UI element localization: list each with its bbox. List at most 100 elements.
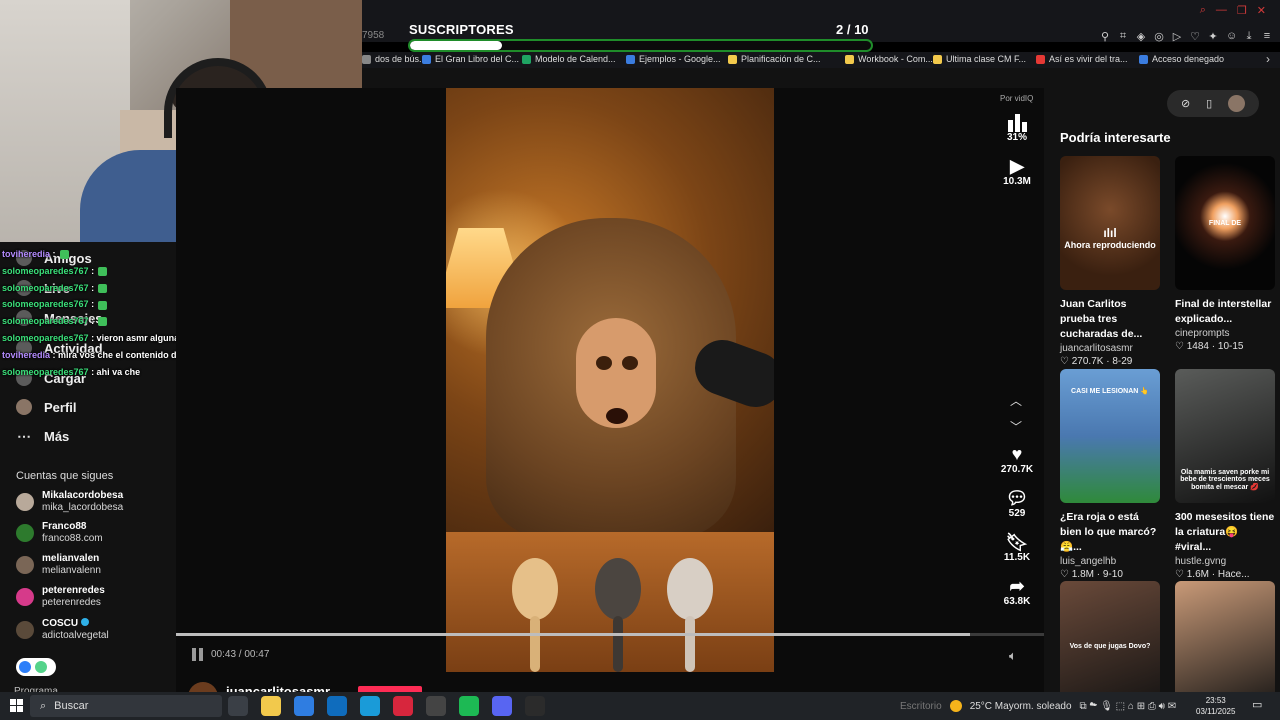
bookmark-label: Ultima clase CM F... <box>946 54 1027 64</box>
chat-username: solomeoparedes767 <box>2 265 89 276</box>
share-button[interactable]: ➦ 63.8K <box>997 576 1037 607</box>
clock-date: 03/11/2025 <box>1196 707 1236 716</box>
taskbar-search-label: Buscar <box>54 700 89 712</box>
bookmarks-more-chevron[interactable]: › <box>1266 52 1270 66</box>
bookmark-item[interactable]: Workbook - Com... <box>845 54 933 64</box>
sidebar-item-label: Más <box>44 429 70 444</box>
task-view-icon[interactable] <box>228 696 248 716</box>
video-progress[interactable] <box>176 633 1044 636</box>
video-player[interactable] <box>446 88 774 672</box>
bookmark-label: Acceso denegado <box>1152 54 1225 64</box>
weather-icon[interactable] <box>949 700 962 712</box>
following-item[interactable]: melianvalen melianvalenn <box>16 553 101 577</box>
minimize-icon[interactable]: — <box>1216 4 1227 17</box>
bookmark-item[interactable]: Planificación de C... <box>728 54 821 64</box>
page-top-strip <box>362 68 1280 88</box>
pause-icon[interactable] <box>192 648 204 661</box>
recommendation-card[interactable]: Ola mamis saven porke mi bebe de trescie… <box>1175 369 1275 580</box>
bookmark-item[interactable]: Ultima clase CM F... <box>933 54 1026 64</box>
epic-games-icon[interactable] <box>525 696 545 716</box>
bookmark-favicon-icon <box>422 54 431 64</box>
camera-icon[interactable]: ◎ <box>1154 30 1164 43</box>
recommendation-title: Final de interstellar explicado... <box>1175 298 1272 325</box>
following-name-text: melianvalen <box>42 553 100 564</box>
app-icon <box>19 661 31 673</box>
app-toggle[interactable] <box>16 658 56 676</box>
menu-icon[interactable]: ≡ <box>1262 30 1272 43</box>
following-item[interactable]: Mikalacordobesa mika_lacordobesa <box>16 490 123 514</box>
subs-goal-fill <box>410 41 503 50</box>
shield-icon[interactable]: ◈ <box>1136 30 1146 43</box>
like-button[interactable]: ♥ 270.7K <box>997 444 1037 475</box>
recommendation-likes: 270.7K <box>1071 356 1104 367</box>
url-fragment: 7958 <box>362 30 385 41</box>
bookmark-icon: 🔖︎ <box>1005 532 1029 552</box>
bookmark-label: Así es vivir del tra... <box>1049 54 1128 64</box>
tray-icons[interactable]: ⧉ ☁ 🎙︎ ⬚ ⌂ ⊞ ⎙ 🔊︎ ✉ <box>1080 701 1177 712</box>
sidebar-item-más[interactable]: ⋯ Más <box>16 428 69 445</box>
verified-icon <box>81 618 90 626</box>
bookmark-item[interactable]: Ejemplos - Google... <box>626 54 721 64</box>
notification-icon[interactable]: ▭ <box>1252 698 1262 711</box>
bookmark-item[interactable]: El Gran Libro del C... <box>422 54 519 64</box>
discord-icon[interactable] <box>492 696 512 716</box>
following-handle: mika_lacordobesa <box>42 502 124 513</box>
weather-text[interactable]: 25°C Mayorm. soleado <box>970 701 1072 712</box>
following-item[interactable]: COSCU adictoalvegetal <box>16 618 109 642</box>
comment-button[interactable]: 💬︎ 529 <box>997 488 1037 519</box>
store-icon[interactable] <box>294 696 314 716</box>
avatar[interactable] <box>1228 95 1246 112</box>
bookmark-item[interactable]: Así es vivir del tra... <box>1036 54 1128 64</box>
following-name: melianvalen <box>42 553 101 565</box>
volume-icon[interactable]: 🔈︎ <box>1009 648 1017 664</box>
pin-icon[interactable]: ⚲ <box>1100 30 1110 43</box>
heart-icon[interactable]: ♡ <box>1190 30 1200 43</box>
recommendation-thumbnail[interactable]: ılıl Ahora reproduciendo <box>1060 156 1160 290</box>
play-icon[interactable]: ▷ <box>1172 30 1182 43</box>
profile-icon[interactable]: ☺ <box>1226 30 1237 43</box>
opera-icon[interactable] <box>393 696 413 716</box>
recommendation-thumbnail[interactable]: CASI ME LESIONAN 👆 <box>1060 369 1160 503</box>
vidiq-label: Por vidIQ <box>1000 94 1034 103</box>
recommendation-card[interactable]: CASI ME LESIONAN 👆 ¿Era roja o está bien … <box>1060 369 1160 580</box>
chat-username: toviheredia <box>2 349 51 360</box>
following-item[interactable]: peterenredes peterenredes <box>16 585 105 609</box>
following-item[interactable]: Franco88 franco88.com <box>16 521 103 545</box>
recommendation-meta: ♡ 1.6M · Hace... <box>1175 569 1250 580</box>
spotify-icon[interactable] <box>459 696 479 716</box>
save-count: 11.5K <box>1003 552 1031 563</box>
recommendation-card[interactable]: FINAL DE Final de interstellar explicado.… <box>1175 156 1275 352</box>
download-icon[interactable]: ⤓ <box>1244 30 1254 43</box>
close-icon[interactable]: ✕ <box>1257 4 1266 17</box>
audio-wave-icon: ılıl <box>1103 226 1117 240</box>
outlook-icon[interactable] <box>327 696 347 716</box>
sidebar-item-perfil[interactable]: Perfil <box>16 399 77 415</box>
taskbar-clock[interactable]: 23:53 03/11/2025 <box>1196 695 1235 717</box>
bookmark-item[interactable]: dos de bús... <box>362 54 427 64</box>
chat-text: : <box>91 299 95 310</box>
following-name: Franco88 <box>42 521 103 533</box>
edge-icon[interactable] <box>360 696 380 716</box>
prev-video-chevron-icon[interactable]: ︿ <box>1010 392 1022 409</box>
recommendation-meta: ♡ 270.7K · 8-29 <box>1060 356 1133 367</box>
maximize-icon[interactable]: ❐ <box>1237 4 1247 17</box>
recommendation-thumbnail[interactable]: Ola mamis saven porke mi bebe de trescie… <box>1175 369 1275 503</box>
obs-icon[interactable] <box>426 696 446 716</box>
compass-icon[interactable]: ⊘ <box>1181 97 1190 110</box>
puzzle-icon[interactable]: ✦ <box>1208 30 1218 43</box>
file-explorer-icon[interactable] <box>261 696 281 716</box>
bookmark-item[interactable]: Acceso denegado <box>1139 54 1224 64</box>
chat-text: : <box>91 265 95 276</box>
more-icon: ⋯ <box>17 428 31 444</box>
recommendation-thumbnail[interactable]: FINAL DE <box>1175 156 1275 290</box>
windows-start-icon[interactable] <box>10 699 23 712</box>
vidiq-score[interactable]: 31% <box>997 112 1037 143</box>
taskbar-search[interactable]: ⌕ Buscar <box>30 695 222 717</box>
phone-icon[interactable]: ▯ <box>1206 97 1212 110</box>
crop-icon[interactable]: ⌗ <box>1118 30 1128 43</box>
next-video-chevron-icon[interactable]: ﹀ <box>1010 418 1022 435</box>
bookmark-item[interactable]: Modelo de Calend... <box>522 54 616 64</box>
search-icon[interactable]: ⌕ <box>1200 4 1206 17</box>
save-button[interactable]: 🔖︎ 11.5K <box>997 532 1037 563</box>
recommendation-card[interactable]: ılıl Ahora reproduciendo Juan Carlitos pru… <box>1060 156 1160 367</box>
